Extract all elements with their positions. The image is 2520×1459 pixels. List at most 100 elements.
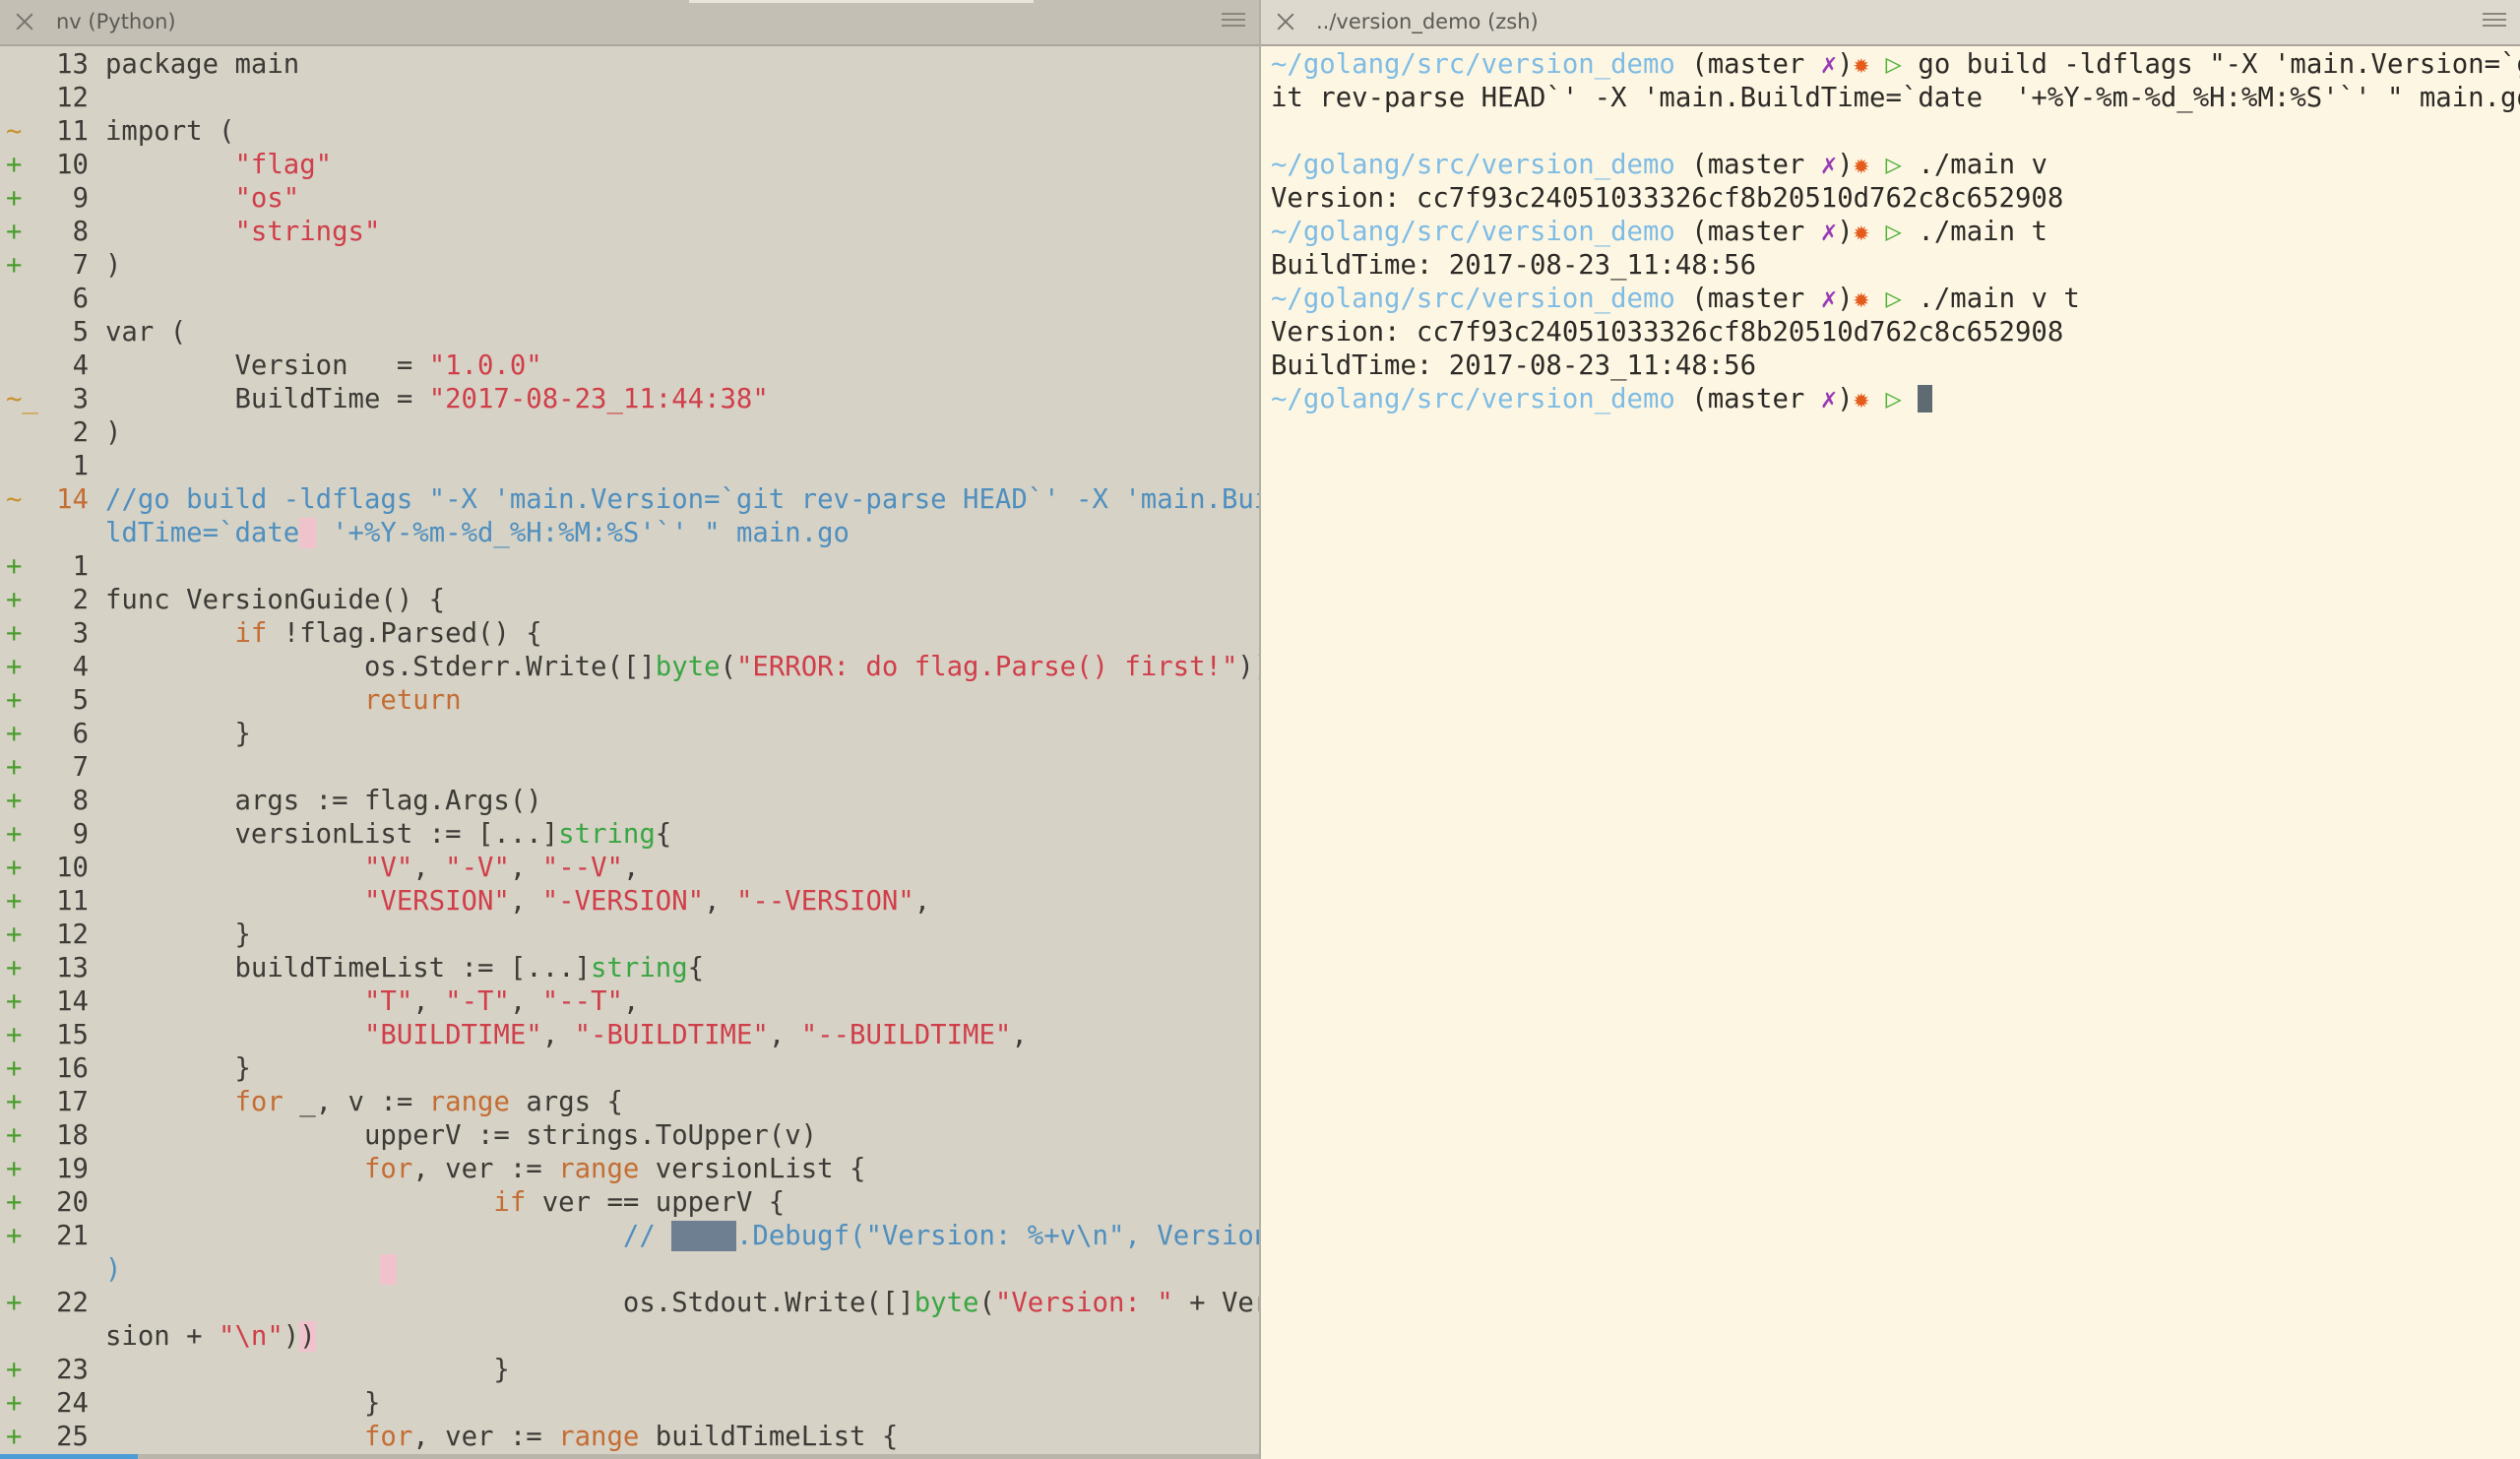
code-line[interactable]: 6 xyxy=(0,283,1259,316)
code-line[interactable]: +13 buildTimeList := [...]string{ xyxy=(0,952,1259,985)
line-text: "VERSION", "-VERSION", "--VERSION", xyxy=(105,885,1249,919)
code-token: for xyxy=(363,1422,413,1452)
editor-pane[interactable]: nv (Python) 13 package main 12 ~11 import (+… xyxy=(0,0,1259,1459)
git-gutter-mark: + xyxy=(6,986,23,1017)
code-line[interactable]: 5 var ( xyxy=(0,316,1259,349)
code-line[interactable]: +9 "os" xyxy=(0,182,1259,216)
code-token: _, v := xyxy=(283,1087,429,1117)
code-line[interactable]: +7 xyxy=(0,751,1259,785)
prompt-arrow-icon: ▷ xyxy=(1869,217,1919,247)
code-line[interactable]: +1 xyxy=(0,550,1259,584)
horizontal-scrollbar[interactable] xyxy=(0,1454,1259,1459)
code-token: // xyxy=(622,1221,672,1251)
code-line[interactable]: 4 Version = "1.0.0" xyxy=(0,349,1259,383)
code-line[interactable]: +21 // glog.Debugf("Version: %+v\n", Ver… xyxy=(0,1220,1259,1253)
git-gutter-mark: + xyxy=(6,585,23,615)
code-line[interactable]: +17 for _, v := range args { xyxy=(0,1086,1259,1119)
code-line[interactable]: +8 "strings" xyxy=(0,216,1259,249)
code-line[interactable]: 12 xyxy=(0,82,1259,115)
code-line[interactable]: +10 "flag" xyxy=(0,149,1259,182)
code-line[interactable]: +22 os.Stdout.Write([]byte("Version: " +… xyxy=(0,1287,1259,1320)
code-line[interactable]: +14 "T", "-T", "--T", xyxy=(0,985,1259,1019)
close-icon[interactable] xyxy=(14,11,35,32)
text-cursor[interactable] xyxy=(1918,385,1933,412)
line-number: 25 xyxy=(56,1422,89,1452)
code-line[interactable]: 2) xyxy=(0,416,1259,450)
code-line[interactable]: sion + "\n")) xyxy=(0,1320,1259,1354)
output-line: BuildTime: 2017-08-23_11:48:56 xyxy=(1271,250,1757,281)
code-token: } xyxy=(105,920,251,950)
git-gutter-mark: ~ xyxy=(6,116,23,147)
line-text: } xyxy=(105,1052,1249,1086)
code-line[interactable]: ~14 //go build -ldflags "-X 'main.Version… xyxy=(0,483,1259,517)
scrollbar-thumb[interactable] xyxy=(0,1454,138,1459)
code-line[interactable]: ) xyxy=(0,1253,1259,1287)
code-line[interactable]: +8 args := flag.Args() xyxy=(0,785,1259,818)
git-gutter-mark: ~ xyxy=(6,484,23,515)
code-token: / xyxy=(105,484,122,515)
editor-tab-title[interactable]: nv (Python) xyxy=(56,10,176,33)
code-token: "VERSION" xyxy=(363,886,510,917)
code-token: , xyxy=(768,1020,801,1050)
code-token: "ERROR: do flag.Parse() first!" xyxy=(735,652,1238,682)
code-line[interactable]: 1 xyxy=(0,450,1259,483)
code-token: "BUILDTIME" xyxy=(363,1020,542,1050)
code-line[interactable]: +16 } xyxy=(0,1052,1259,1086)
prompt-branch-close: ) xyxy=(1837,384,1854,414)
terminal-output[interactable]: ~/golang/src/version_demo (master ✗)✹ ▷ … xyxy=(1271,48,2520,416)
dirty-icon: ✗ xyxy=(1820,150,1838,180)
code-line[interactable]: +25 for, ver := range buildTimeList { xyxy=(0,1421,1259,1454)
line-number: 24 xyxy=(56,1388,89,1419)
code-token: "-BUILDTIME" xyxy=(574,1020,769,1050)
code-token: ver == upperV { xyxy=(526,1187,786,1218)
terminal-tab-title[interactable]: ../version_demo (zsh) xyxy=(1316,10,1539,33)
line-text: package main xyxy=(105,48,1249,82)
line-text: upperV := strings.ToUpper(v) xyxy=(105,1119,1249,1153)
code-line[interactable]: +10 "V", "-V", "--V", xyxy=(0,852,1259,885)
code-line[interactable]: +23 } xyxy=(0,1354,1259,1387)
code-line[interactable]: +24 } xyxy=(0,1387,1259,1421)
code-token: "1.0.0" xyxy=(428,350,542,381)
output-line: Version: cc7f93c24051033326cf8b20510d762… xyxy=(1271,317,2064,348)
code-token: } xyxy=(105,1053,251,1084)
code-line[interactable]: +11 "VERSION", "-VERSION", "--VERSION", xyxy=(0,885,1259,919)
line-number: 14 xyxy=(56,484,89,515)
code-line[interactable]: +19 for, ver := range versionList { xyxy=(0,1153,1259,1186)
code-line[interactable]: +7) xyxy=(0,249,1259,283)
code-token: args { xyxy=(509,1087,623,1117)
output-line: BuildTime: 2017-08-23_11:48:56 xyxy=(1271,350,1757,381)
code-line[interactable]: +3 if !flag.Parsed() { xyxy=(0,617,1259,651)
code-token: { xyxy=(687,953,705,983)
code-line[interactable]: +2 func VersionGuide() { xyxy=(0,584,1259,617)
code-line[interactable]: ~11 import ( xyxy=(0,115,1259,149)
hamburger-menu-icon[interactable] xyxy=(1222,13,1245,32)
code-token: for xyxy=(234,1087,284,1117)
git-gutter-mark: + xyxy=(6,786,23,816)
code-line[interactable]: +9 versionList := [...]string{ xyxy=(0,818,1259,852)
close-icon[interactable] xyxy=(1275,11,1296,32)
line-number: 7 xyxy=(72,250,89,281)
code-line[interactable]: ~_ 3 BuildTime = "2017-08-23_11:44:38" xyxy=(0,383,1259,416)
code-line[interactable]: +6 } xyxy=(0,718,1259,751)
code-token: args := flag.Args() xyxy=(105,786,542,816)
code-line[interactable]: +12 } xyxy=(0,919,1259,952)
line-number: 20 xyxy=(56,1187,89,1218)
line-text: } xyxy=(105,718,1249,751)
code-line[interactable]: +5 return xyxy=(0,684,1259,718)
line-text: //go build -ldflags "-X 'main.Version=`g… xyxy=(105,483,1259,517)
code-line[interactable]: 13 package main xyxy=(0,48,1259,82)
code-token: ) xyxy=(299,1321,316,1352)
code-line[interactable]: +4 os.Stderr.Write([]byte("ERROR: do fla… xyxy=(0,651,1259,684)
line-number: 11 xyxy=(56,116,89,147)
code-line[interactable]: ldTime=`date '+%Y-%m-%d_%H:%M:%S'`' " ma… xyxy=(0,517,1259,550)
code-editor[interactable]: 13 package main 12 ~11 import (+10 "flag" +9 … xyxy=(0,48,1259,1454)
git-gutter-mark: + xyxy=(6,1087,23,1117)
code-line[interactable]: +20 if ver == upperV { xyxy=(0,1186,1259,1220)
terminal-pane[interactable]: ../version_demo (zsh) ~/golang/src/versi… xyxy=(1261,0,2520,1459)
code-line[interactable]: +15 "BUILDTIME", "-BUILDTIME", "--BUILDT… xyxy=(0,1019,1259,1052)
hamburger-menu-icon[interactable] xyxy=(2483,13,2506,32)
code-line[interactable]: +18 upperV := strings.ToUpper(v) xyxy=(0,1119,1259,1153)
